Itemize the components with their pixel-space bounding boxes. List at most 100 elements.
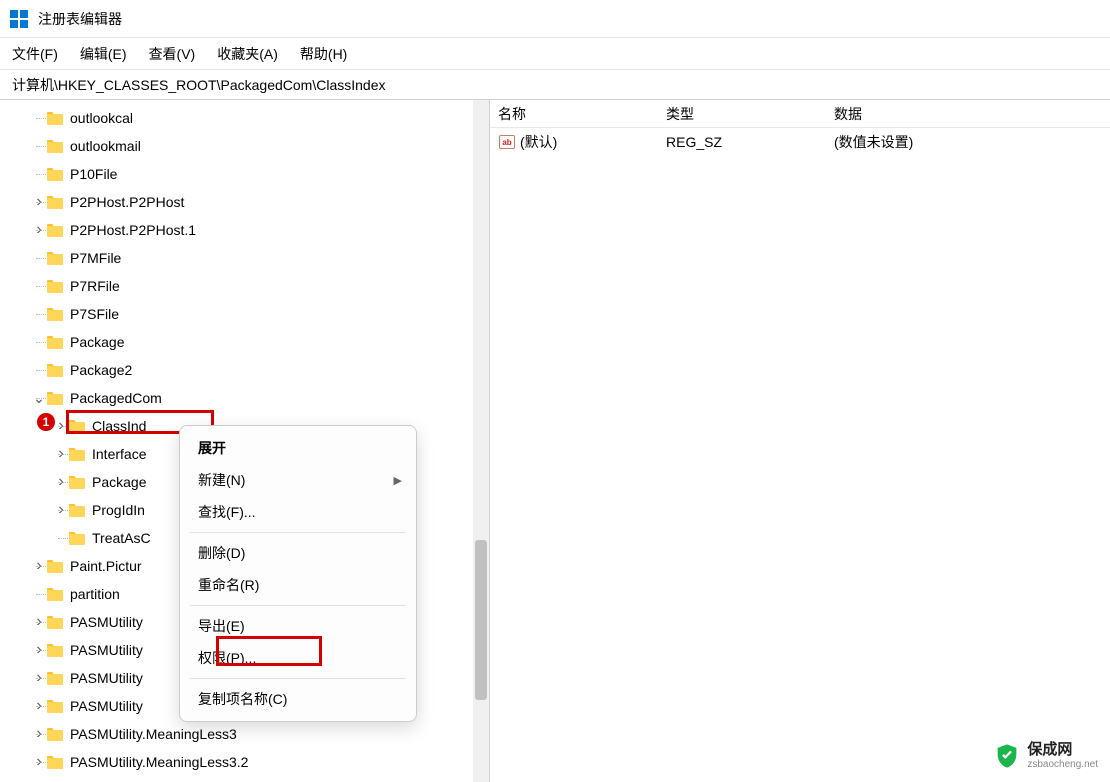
tree-item[interactable]: P7MFile xyxy=(0,244,489,272)
tree-item-label: P10File xyxy=(70,166,117,182)
folder-icon xyxy=(46,223,64,237)
tree-item[interactable]: outlookcal xyxy=(0,104,489,132)
cm-find[interactable]: 查找(F)... xyxy=(180,496,416,528)
cm-new[interactable]: 新建(N)▶ xyxy=(180,464,416,496)
tree-item-label: Package xyxy=(92,474,146,490)
app-icon xyxy=(10,10,28,28)
tree-item[interactable]: Package2 xyxy=(0,356,489,384)
column-data[interactable]: 数据 xyxy=(834,104,1110,124)
tree-item-label: PASMUtility xyxy=(70,642,143,658)
folder-icon xyxy=(46,755,64,769)
cm-separator xyxy=(190,532,406,533)
tree-item-label: Package2 xyxy=(70,362,132,378)
tree-item-label: PASMUtility xyxy=(70,614,143,630)
tree-item[interactable]: Package xyxy=(0,328,489,356)
string-value-icon: ab xyxy=(498,133,516,151)
menu-help[interactable]: 帮助(H) xyxy=(300,44,347,64)
tree-item-label: Package xyxy=(70,334,124,350)
cm-export[interactable]: 导出(E) xyxy=(180,610,416,642)
folder-icon xyxy=(46,587,64,601)
title-bar: 注册表编辑器 xyxy=(0,0,1110,38)
scrollbar-thumb[interactable] xyxy=(475,540,487,700)
address-text: 计算机\HKEY_CLASSES_ROOT\PackagedCom\ClassI… xyxy=(12,75,385,95)
tree-item-label: PASMUtility xyxy=(70,698,143,714)
folder-icon xyxy=(46,335,64,349)
menu-view[interactable]: 查看(V) xyxy=(149,44,196,64)
tree-item[interactable]: P7RFile xyxy=(0,272,489,300)
watermark-url: zsbaocheng.net xyxy=(1027,759,1098,770)
values-header: 名称 类型 数据 xyxy=(490,100,1110,128)
tree-item-label: Paint.Pictur xyxy=(70,558,142,574)
cm-delete[interactable]: 删除(D) xyxy=(180,537,416,569)
tree-item-label: PASMUtility.MeaningLess3.2 xyxy=(70,754,248,770)
column-type[interactable]: 类型 xyxy=(666,104,834,124)
value-data: (数值未设置) xyxy=(834,132,1110,152)
tree-item-label: PASMUtility xyxy=(70,670,143,686)
folder-icon xyxy=(46,671,64,685)
tree-item[interactable]: outlookmail xyxy=(0,132,489,160)
tree-item-label: PASMUtility.MeaningLess3 xyxy=(70,726,237,742)
value-name: (默认) xyxy=(520,132,557,152)
tree-item-label: TreatAsC xyxy=(92,530,151,546)
folder-icon xyxy=(46,727,64,741)
tree-item-label: P7RFile xyxy=(70,278,120,294)
tree-item[interactable]: P10File xyxy=(0,160,489,188)
window-title: 注册表编辑器 xyxy=(38,9,122,29)
folder-icon xyxy=(46,251,64,265)
tree-item-label: P2PHost.P2PHost.1 xyxy=(70,222,196,238)
tree-item-label: PackagedCom xyxy=(70,390,162,406)
menu-favorites[interactable]: 收藏夹(A) xyxy=(217,44,278,64)
cm-separator xyxy=(190,605,406,606)
folder-icon xyxy=(46,643,64,657)
tree-item-label: outlookcal xyxy=(70,110,133,126)
menu-edit[interactable]: 编辑(E) xyxy=(80,44,127,64)
tree-item-label: partition xyxy=(70,586,120,602)
tree-item[interactable]: ›P2PHost.P2PHost.1 xyxy=(0,216,489,244)
folder-icon xyxy=(68,447,86,461)
tree-item[interactable]: ⌄PackagedCom xyxy=(0,384,489,412)
folder-icon xyxy=(46,167,64,181)
context-menu: 展开 新建(N)▶ 查找(F)... 删除(D) 重命名(R) 导出(E) 权限… xyxy=(179,425,417,722)
tree-item[interactable]: ›PASMUtility.MeaningLess3.2 xyxy=(0,748,489,776)
folder-icon xyxy=(46,363,64,377)
tree-item[interactable]: ›PASMUtility.MeaningLess3 xyxy=(0,720,489,748)
column-name[interactable]: 名称 xyxy=(498,104,666,124)
tree-item-label: P7SFile xyxy=(70,306,119,322)
folder-icon xyxy=(68,475,86,489)
values-panel: 名称 类型 数据 ab (默认) REG_SZ (数值未设置) xyxy=(490,100,1110,782)
shield-icon xyxy=(993,742,1021,770)
menu-file[interactable]: 文件(F) xyxy=(12,44,58,64)
cm-copy-name[interactable]: 复制项名称(C) xyxy=(180,683,416,715)
folder-icon xyxy=(46,307,64,321)
tree-item-label: Interface xyxy=(92,446,146,462)
folder-icon xyxy=(46,195,64,209)
tree-item-label: P7MFile xyxy=(70,250,121,266)
folder-icon xyxy=(46,279,64,293)
cm-expand[interactable]: 展开 xyxy=(180,432,416,464)
value-type: REG_SZ xyxy=(666,134,834,150)
cm-separator xyxy=(190,678,406,679)
menu-bar: 文件(F) 编辑(E) 查看(V) 收藏夹(A) 帮助(H) xyxy=(0,38,1110,70)
tree-item[interactable]: ›P2PHost.P2PHost xyxy=(0,188,489,216)
tree-item[interactable]: P7SFile xyxy=(0,300,489,328)
watermark-title: 保成网 xyxy=(1027,742,1098,759)
cm-permissions[interactable]: 权限(P)... xyxy=(180,642,416,674)
cm-rename[interactable]: 重命名(R) xyxy=(180,569,416,601)
tree-item-label: P2PHost.P2PHost xyxy=(70,194,184,210)
folder-icon xyxy=(46,559,64,573)
tree-item-label: outlookmail xyxy=(70,138,141,154)
chevron-right-icon: ▶ xyxy=(394,474,402,487)
folder-icon xyxy=(46,615,64,629)
watermark: 保成网 zsbaocheng.net xyxy=(993,742,1098,770)
address-bar[interactable]: 计算机\HKEY_CLASSES_ROOT\PackagedCom\ClassI… xyxy=(0,70,1110,100)
folder-icon xyxy=(46,699,64,713)
annotation-callout-1: 1 xyxy=(37,413,55,431)
value-row[interactable]: ab (默认) REG_SZ (数值未设置) xyxy=(490,128,1110,156)
folder-icon xyxy=(46,139,64,153)
tree-scrollbar[interactable] xyxy=(473,100,489,782)
folder-icon xyxy=(46,391,64,405)
tree-item-label: ClassInd xyxy=(92,418,146,434)
folder-icon xyxy=(68,419,86,433)
folder-icon xyxy=(68,503,86,517)
folder-icon xyxy=(68,531,86,545)
